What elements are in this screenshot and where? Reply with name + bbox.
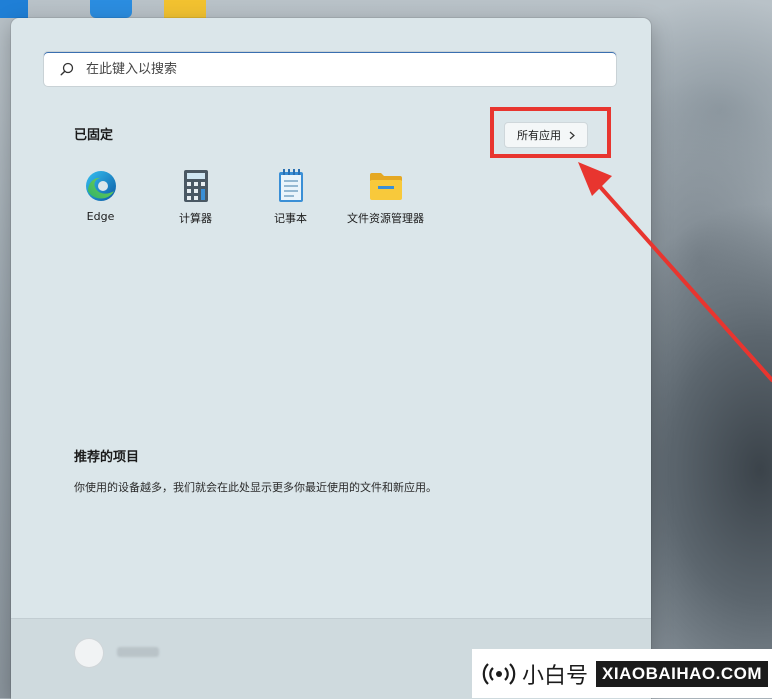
pinned-app-file-explorer[interactable]: 文件资源管理器 bbox=[338, 168, 433, 226]
calculator-icon bbox=[178, 168, 214, 204]
app-label: 计算器 bbox=[179, 212, 212, 225]
user-avatar[interactable] bbox=[75, 639, 103, 667]
search-input[interactable] bbox=[84, 60, 588, 78]
user-name-redacted bbox=[117, 647, 159, 657]
notepad-icon bbox=[273, 168, 309, 204]
search-icon bbox=[60, 62, 74, 76]
pinned-app-edge[interactable]: Edge bbox=[53, 168, 148, 226]
watermark-text-cn: 小白号 bbox=[522, 663, 589, 689]
broadcast-icon bbox=[482, 662, 516, 685]
pinned-section-title: 已固定 bbox=[74, 128, 114, 143]
watermark-text-en: XIAOBAIHAO.COM bbox=[596, 660, 769, 687]
watermark-badge: 小白号 XIAOBAIHAO.COM bbox=[472, 649, 772, 698]
recommended-description: 你使用的设备越多，我们就会在此处显示更多你最近使用的文件和新应用。 bbox=[74, 481, 437, 494]
edge-icon bbox=[83, 168, 119, 204]
recommended-section-title: 推荐的项目 bbox=[74, 450, 140, 465]
app-label: Edge bbox=[86, 210, 115, 223]
desktop-icon[interactable] bbox=[90, 0, 132, 18]
desktop-icon[interactable] bbox=[0, 0, 28, 18]
annotation-highlight-box bbox=[490, 107, 611, 158]
pinned-app-notepad[interactable]: 记事本 bbox=[243, 168, 338, 226]
desktop-folder-icon[interactable] bbox=[164, 0, 206, 18]
search-box[interactable] bbox=[44, 52, 616, 86]
app-label: 记事本 bbox=[274, 212, 307, 225]
pinned-apps-grid: Edge 计算器 记事本 文件资源管理器 bbox=[53, 168, 433, 226]
folder-icon bbox=[368, 168, 404, 204]
pinned-app-calculator[interactable]: 计算器 bbox=[148, 168, 243, 226]
start-menu: 已固定 所有应用 bbox=[11, 18, 651, 699]
app-label: 文件资源管理器 bbox=[347, 212, 424, 225]
